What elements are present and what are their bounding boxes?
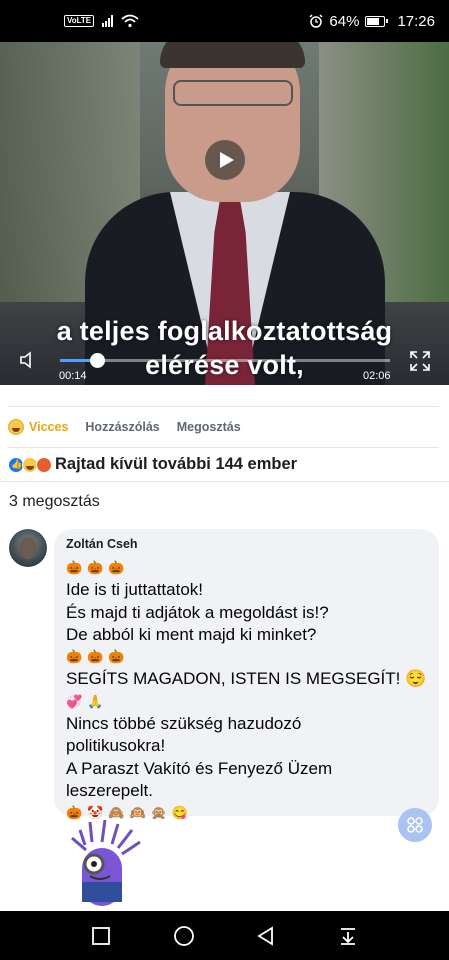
duration: 02:06	[363, 370, 391, 382]
comment-button[interactable]: Hozzászólás	[85, 420, 159, 434]
haha-reaction-icon	[8, 419, 24, 435]
alarm-icon	[309, 14, 323, 28]
comment-line: politikusokra!	[66, 736, 166, 756]
comment-line: leszerepelt.	[66, 780, 153, 800]
comment-line: De abból ki ment majd ki minket?	[66, 624, 317, 644]
reaction-icons	[8, 456, 52, 473]
reactions-summary[interactable]: Rajtad kívül további 144 ember	[8, 455, 297, 474]
angry-reaction-icon	[36, 456, 52, 473]
seek-bar[interactable]	[60, 353, 390, 368]
status-bar: VoLTE 64% 17:26	[0, 0, 449, 42]
grid-icon	[407, 817, 423, 833]
share-button[interactable]: Megosztás	[177, 420, 241, 434]
recent-apps-icon[interactable]	[91, 926, 111, 946]
battery-percent: 64%	[329, 12, 360, 30]
minion-sticker	[71, 820, 141, 906]
current-time: 00:14	[59, 370, 87, 382]
comment-line: Nincs többé szükség hazudozó	[66, 714, 302, 734]
avatar[interactable]	[9, 529, 47, 567]
divider	[0, 481, 449, 482]
home-icon[interactable]	[173, 925, 195, 947]
fullscreen-icon[interactable]	[409, 350, 431, 372]
comment-line: 💞🙏	[66, 693, 109, 709]
comment-line: Ide is ti juttattatok!	[66, 580, 204, 600]
seek-knob[interactable]	[89, 353, 105, 368]
comment-line: A Paraszt Vakító és Fenyező Üzem	[66, 758, 333, 778]
reactions-summary-text: Rajtad kívül további 144 ember	[55, 455, 298, 473]
comment-bubble: Zoltán Cseh 🎃🎃🎃 Ide is ti juttattatok! É…	[54, 529, 439, 820]
signal-icon	[102, 15, 114, 27]
floating-menu-button[interactable]	[398, 808, 432, 842]
comment-line: 🎃🎃🎃	[66, 649, 130, 665]
back-icon[interactable]	[256, 925, 276, 946]
play-icon	[219, 152, 234, 168]
react-button-label: Vicces	[29, 420, 69, 434]
status-left: VoLTE	[64, 14, 139, 28]
comment-line: És majd ti adjátok a megoldást is!?	[66, 602, 329, 622]
video-person-hair	[160, 42, 305, 68]
volume-icon[interactable]	[18, 350, 38, 370]
comment-author[interactable]: Zoltán Cseh	[66, 537, 427, 551]
play-button[interactable]	[205, 140, 245, 180]
video-player[interactable]: a teljes foglalkoztatottság elérése volt…	[0, 42, 449, 385]
react-button[interactable]: Vicces	[8, 419, 68, 435]
wifi-icon	[121, 14, 139, 28]
comment-line: 🎃🎃🎃	[66, 560, 130, 575]
video-person-glasses	[173, 80, 293, 106]
notification-pull-icon[interactable]	[338, 926, 358, 946]
navigation-bar	[0, 911, 449, 960]
comment-button-label: Hozzászólás	[85, 420, 160, 434]
status-right: 64% 17:26	[309, 13, 435, 30]
action-bar: Vicces Hozzászólás Megosztás	[8, 406, 439, 448]
volte-badge: VoLTE	[64, 15, 95, 27]
comment-line: SEGÍTS MAGADON, ISTEN IS MEGSEGÍT! 😌	[66, 669, 427, 689]
share-button-label: Megosztás	[176, 420, 241, 434]
share-count[interactable]: 3 megosztás	[9, 493, 100, 511]
battery-icon	[365, 15, 389, 27]
clock: 17:26	[397, 12, 435, 30]
video-controls: 00:14 02:06	[0, 342, 449, 385]
